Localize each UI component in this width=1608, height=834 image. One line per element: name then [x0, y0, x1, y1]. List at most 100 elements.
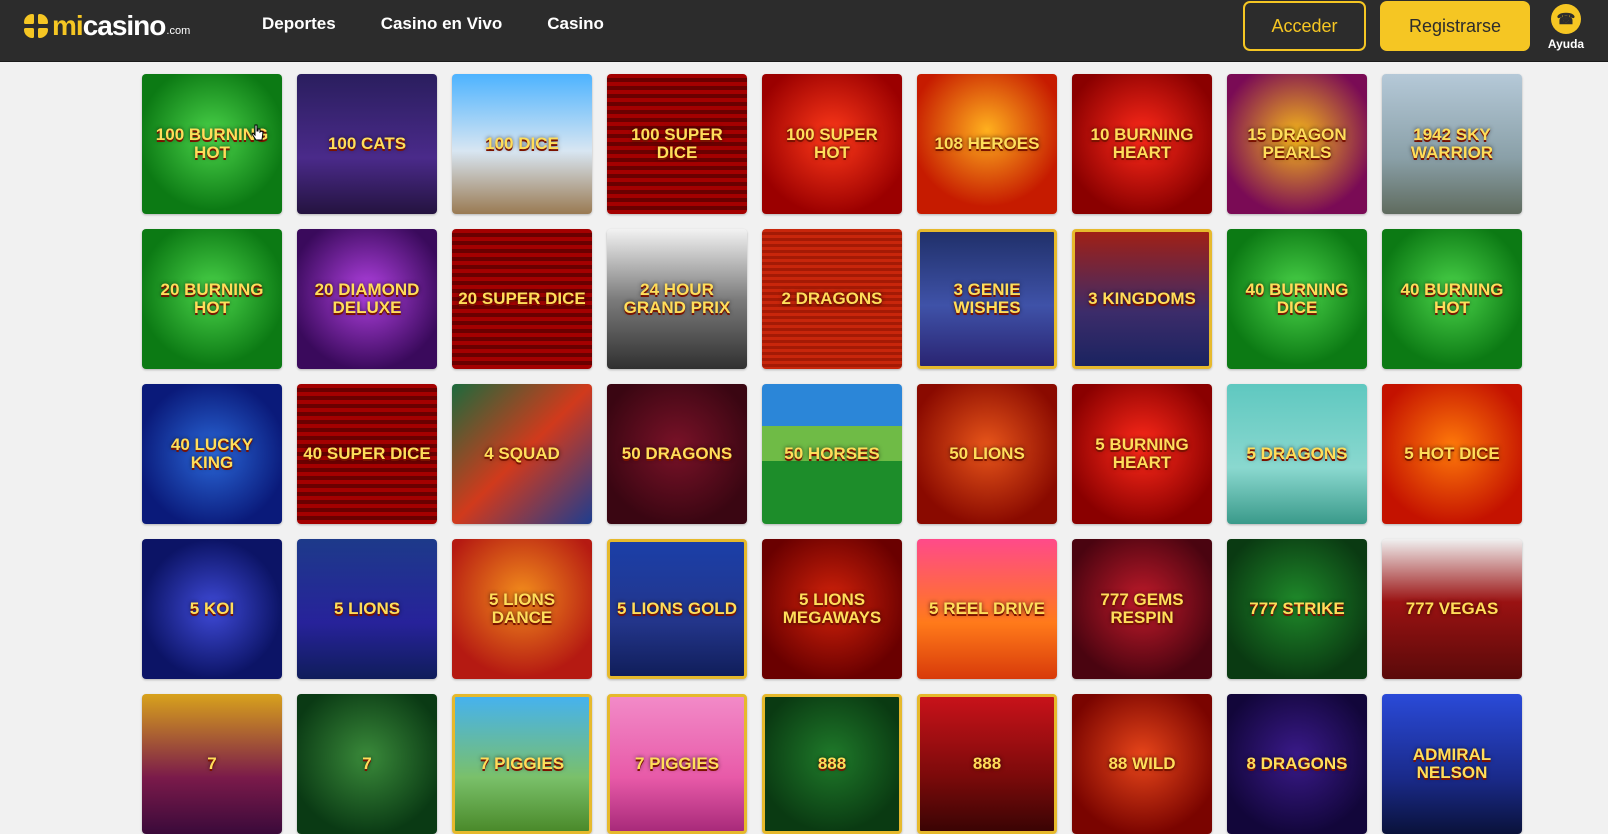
game-tile[interactable]: 5 LIONS DANCE: [452, 539, 592, 679]
logo-text: micasino: [52, 10, 166, 41]
game-tile[interactable]: 40 Lucky King: [142, 384, 282, 524]
game-tile[interactable]: 20 SUPER DICE: [452, 229, 592, 369]
game-tile[interactable]: 20 BURNING HOT: [142, 229, 282, 369]
game-title: 5 KOI: [189, 599, 235, 619]
game-grid: 100 BURNING HOT 100 CATS 100 DICE 100 SUPER…: [142, 74, 1522, 834]
game-title: 5 Burning Heart: [1095, 435, 1189, 472]
game-tile[interactable]: 3 Genie Wishes: [917, 229, 1057, 369]
game-tile[interactable]: 888: [917, 694, 1057, 834]
game-title: 7: [362, 754, 372, 774]
nav-casino[interactable]: Casino: [547, 14, 604, 34]
game-title: Admiral Nelson: [1412, 745, 1492, 782]
register-button[interactable]: Registrarse: [1380, 1, 1530, 51]
hand-cursor-icon: [251, 124, 264, 141]
game-title: 5 LIONS DANCE: [488, 590, 556, 627]
game-tile[interactable]: 100 CATS: [297, 74, 437, 214]
game-title: 40 Lucky King: [170, 435, 254, 472]
game-title: 7: [207, 754, 217, 774]
game-title: 100 SUPER HOT: [786, 125, 878, 162]
game-tile[interactable]: 777 Strike: [1227, 539, 1367, 679]
game-tile[interactable]: 4 SQUAD: [452, 384, 592, 524]
game-tile[interactable]: 8 Dragons: [1227, 694, 1367, 834]
game-tile[interactable]: 15 DRAGON PEARLS: [1227, 74, 1367, 214]
login-button[interactable]: Acceder: [1243, 1, 1366, 51]
game-title: 888: [817, 754, 847, 774]
game-tile[interactable]: 100 BURNING HOT: [142, 74, 282, 214]
help-label: Ayuda: [1547, 37, 1585, 51]
game-tile[interactable]: 3 Kingdoms: [1072, 229, 1212, 369]
game-title: 5 DRAGONS: [1246, 444, 1348, 464]
game-title: 777 GEMS RESPIN: [1100, 590, 1184, 627]
game-title: 5 HOT DICE: [1404, 444, 1500, 464]
headset-icon: ☎: [1551, 4, 1581, 34]
game-title: 777 Strike: [1249, 599, 1345, 619]
game-tile[interactable]: 100 SUPER HOT: [762, 74, 902, 214]
game-title: 100 CATS: [327, 134, 407, 154]
help-button[interactable]: ☎ Ayuda: [1544, 4, 1588, 51]
game-tile[interactable]: 7 PIGGIES: [452, 694, 592, 834]
game-title: 10 Burning Heart: [1090, 125, 1194, 162]
game-tile[interactable]: 5 KOI: [142, 539, 282, 679]
game-tile[interactable]: 108 HEROES: [917, 74, 1057, 214]
game-tile[interactable]: 5 DRAGONS: [1227, 384, 1367, 524]
game-title: 3 Genie Wishes: [953, 280, 1021, 317]
game-title: 20 BURNING HOT: [160, 280, 264, 317]
game-tile[interactable]: 7: [142, 694, 282, 834]
game-title: 15 DRAGON PEARLS: [1247, 125, 1347, 162]
game-tile[interactable]: 5 Reel Drive: [917, 539, 1057, 679]
game-tile[interactable]: 777 GEMS RESPIN: [1072, 539, 1212, 679]
game-title: 4 SQUAD: [484, 444, 560, 464]
game-tile[interactable]: 5 LIONS GOLD: [607, 539, 747, 679]
game-tile[interactable]: 1942 SKY WARRIOR: [1382, 74, 1522, 214]
logo-domain: .com: [166, 24, 191, 37]
game-tile[interactable]: 888: [762, 694, 902, 834]
game-tile[interactable]: 5 LIONS MEGAWAYS: [762, 539, 902, 679]
game-tile[interactable]: 5 HOT DICE: [1382, 384, 1522, 524]
game-tile[interactable]: Admiral Nelson: [1382, 694, 1522, 834]
game-title: 20 SUPER DICE: [458, 289, 586, 309]
game-title: 40 BURNING HOT: [1400, 280, 1504, 317]
game-tile[interactable]: 24 HOUR Grand Prix: [607, 229, 747, 369]
game-title: 3 Kingdoms: [1088, 289, 1196, 309]
game-tile[interactable]: 50 DRAGONS: [607, 384, 747, 524]
game-tile[interactable]: 88 WILD: [1072, 694, 1212, 834]
game-title: 777 VEGAS: [1405, 599, 1499, 619]
game-tile[interactable]: 40 BURNING DICE: [1227, 229, 1367, 369]
game-title: 8 Dragons: [1246, 754, 1348, 774]
game-title: 1942 SKY WARRIOR: [1410, 125, 1494, 162]
game-tile[interactable]: 7 PIGGIES: [607, 694, 747, 834]
micasino-logo[interactable]: micasino .com: [24, 10, 191, 41]
game-tile[interactable]: 5 LIONS: [297, 539, 437, 679]
game-tile[interactable]: 5 Burning Heart: [1072, 384, 1212, 524]
game-title: 100 DICE: [485, 134, 559, 154]
game-title: 5 Reel Drive: [929, 599, 1045, 619]
game-title: 20 Diamond Deluxe: [314, 280, 420, 317]
game-title: 888: [972, 754, 1002, 774]
game-tile[interactable]: 40 SUPER DICE: [297, 384, 437, 524]
game-title: 7 PIGGIES: [479, 754, 565, 774]
game-title: 7 PIGGIES: [634, 754, 720, 774]
clover-logo-icon: [24, 14, 48, 38]
game-tile[interactable]: 50 LIONS: [917, 384, 1057, 524]
game-title: 108 HEROES: [934, 134, 1040, 154]
game-tile[interactable]: 777 VEGAS: [1382, 539, 1522, 679]
game-tile[interactable]: 10 Burning Heart: [1072, 74, 1212, 214]
nav-casino-en-vivo[interactable]: Casino en Vivo: [381, 14, 503, 34]
game-tile[interactable]: 40 BURNING HOT: [1382, 229, 1522, 369]
game-title: 88 WILD: [1108, 754, 1176, 774]
game-tile[interactable]: 100 DICE: [452, 74, 592, 214]
game-title: 5 LIONS GOLD: [617, 599, 737, 619]
game-tile[interactable]: 2 DRAGONS: [762, 229, 902, 369]
game-title: 50 DRAGONS: [621, 444, 733, 464]
game-tile[interactable]: 50 HORSES: [762, 384, 902, 524]
game-title: 40 SUPER DICE: [303, 444, 431, 464]
game-tile[interactable]: 20 Diamond Deluxe: [297, 229, 437, 369]
game-tile[interactable]: 100 SUPER DICE: [607, 74, 747, 214]
nav-deportes[interactable]: Deportes: [262, 14, 336, 34]
game-title: 5 LIONS: [333, 599, 401, 619]
game-title: 5 LIONS MEGAWAYS: [782, 590, 882, 627]
game-title: 40 BURNING DICE: [1245, 280, 1349, 317]
game-tile[interactable]: 7: [297, 694, 437, 834]
game-title: 50 LIONS: [949, 444, 1025, 464]
top-navigation-bar: micasino .com Deportes Casino en Vivo Ca…: [0, 0, 1608, 62]
